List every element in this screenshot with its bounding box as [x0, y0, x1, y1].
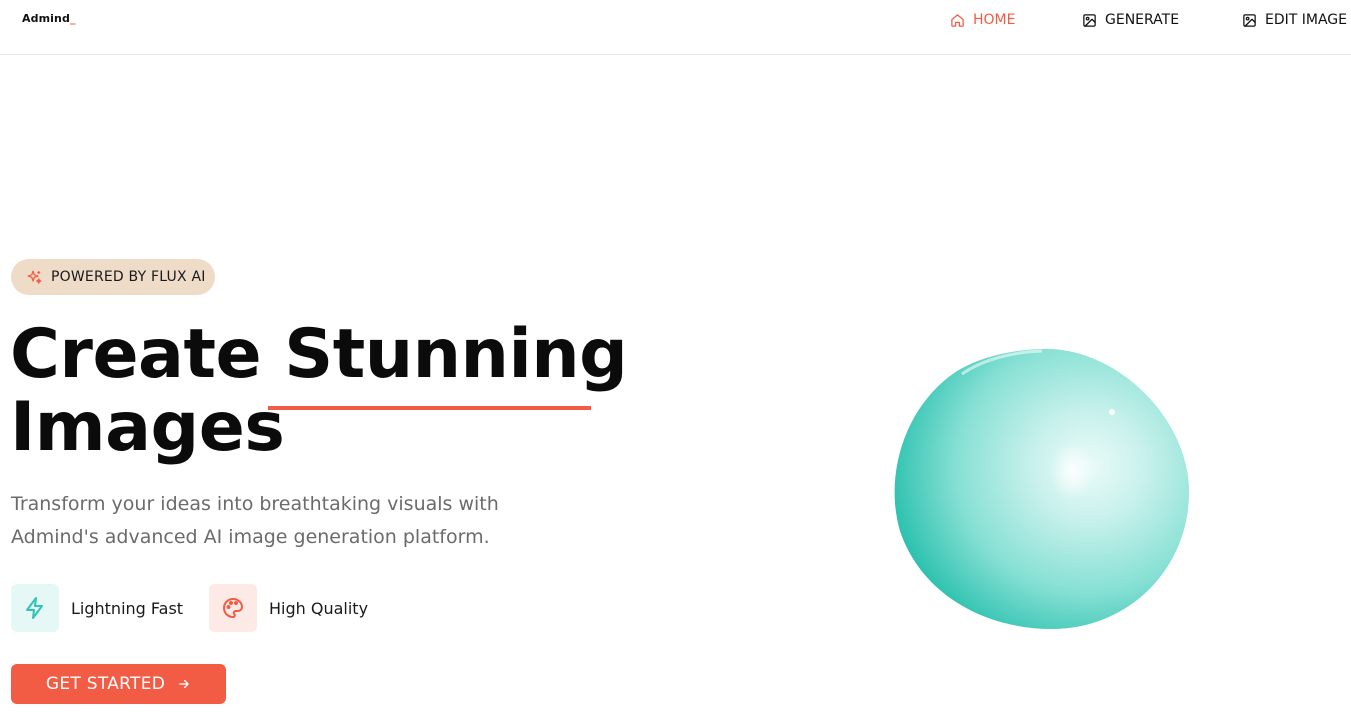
arrow-right-icon	[179, 679, 189, 689]
get-started-button[interactable]: GET STARTED	[11, 664, 226, 704]
feature-label: High Quality	[269, 598, 369, 618]
headline-underline	[268, 406, 591, 410]
hero-blob-illustration	[894, 348, 1190, 629]
nav-edit-image[interactable]: EDIT IMAGE	[1242, 11, 1347, 29]
logo-cursor: _	[69, 12, 76, 25]
hero-subtitle: Transform your ideas into breathtaking v…	[11, 493, 499, 548]
nav-edit-image-label: EDIT IMAGE	[1265, 12, 1347, 28]
logo[interactable]: Admind_	[22, 12, 76, 25]
headline-line-2: Images	[10, 388, 285, 467]
nav-generate-label: GENERATE	[1105, 12, 1180, 28]
feature-high-quality: High Quality	[209, 584, 368, 632]
nav-generate[interactable]: GENERATE	[1082, 11, 1179, 29]
nav-home[interactable]: HOME	[950, 11, 1015, 29]
feature-icon-tile	[209, 584, 257, 632]
top-nav-bar: Admind_ HOME GENERATE EDIT IMAGE	[0, 0, 1351, 55]
feature-lightning-fast: Lightning Fast	[11, 584, 183, 632]
lightning-icon	[26, 597, 43, 619]
nav-home-label: HOME	[973, 12, 1016, 28]
image-icon	[1243, 13, 1256, 27]
badge-label: POWERED BY FLUX AI	[51, 269, 206, 285]
feature-label: Lightning Fast	[71, 598, 184, 618]
image-icon	[1083, 13, 1096, 27]
feature-icon-tile	[11, 584, 59, 632]
page-title: Create Stunning Images	[10, 318, 650, 464]
palette-icon	[223, 598, 243, 618]
home-icon	[951, 13, 964, 27]
powered-by-badge: POWERED BY FLUX AI	[11, 259, 215, 295]
sparkles-icon	[27, 269, 42, 284]
headline-line-1: Create Stunning	[10, 315, 628, 394]
logo-text: Admind	[22, 12, 70, 25]
get-started-label: GET STARTED	[45, 674, 166, 694]
